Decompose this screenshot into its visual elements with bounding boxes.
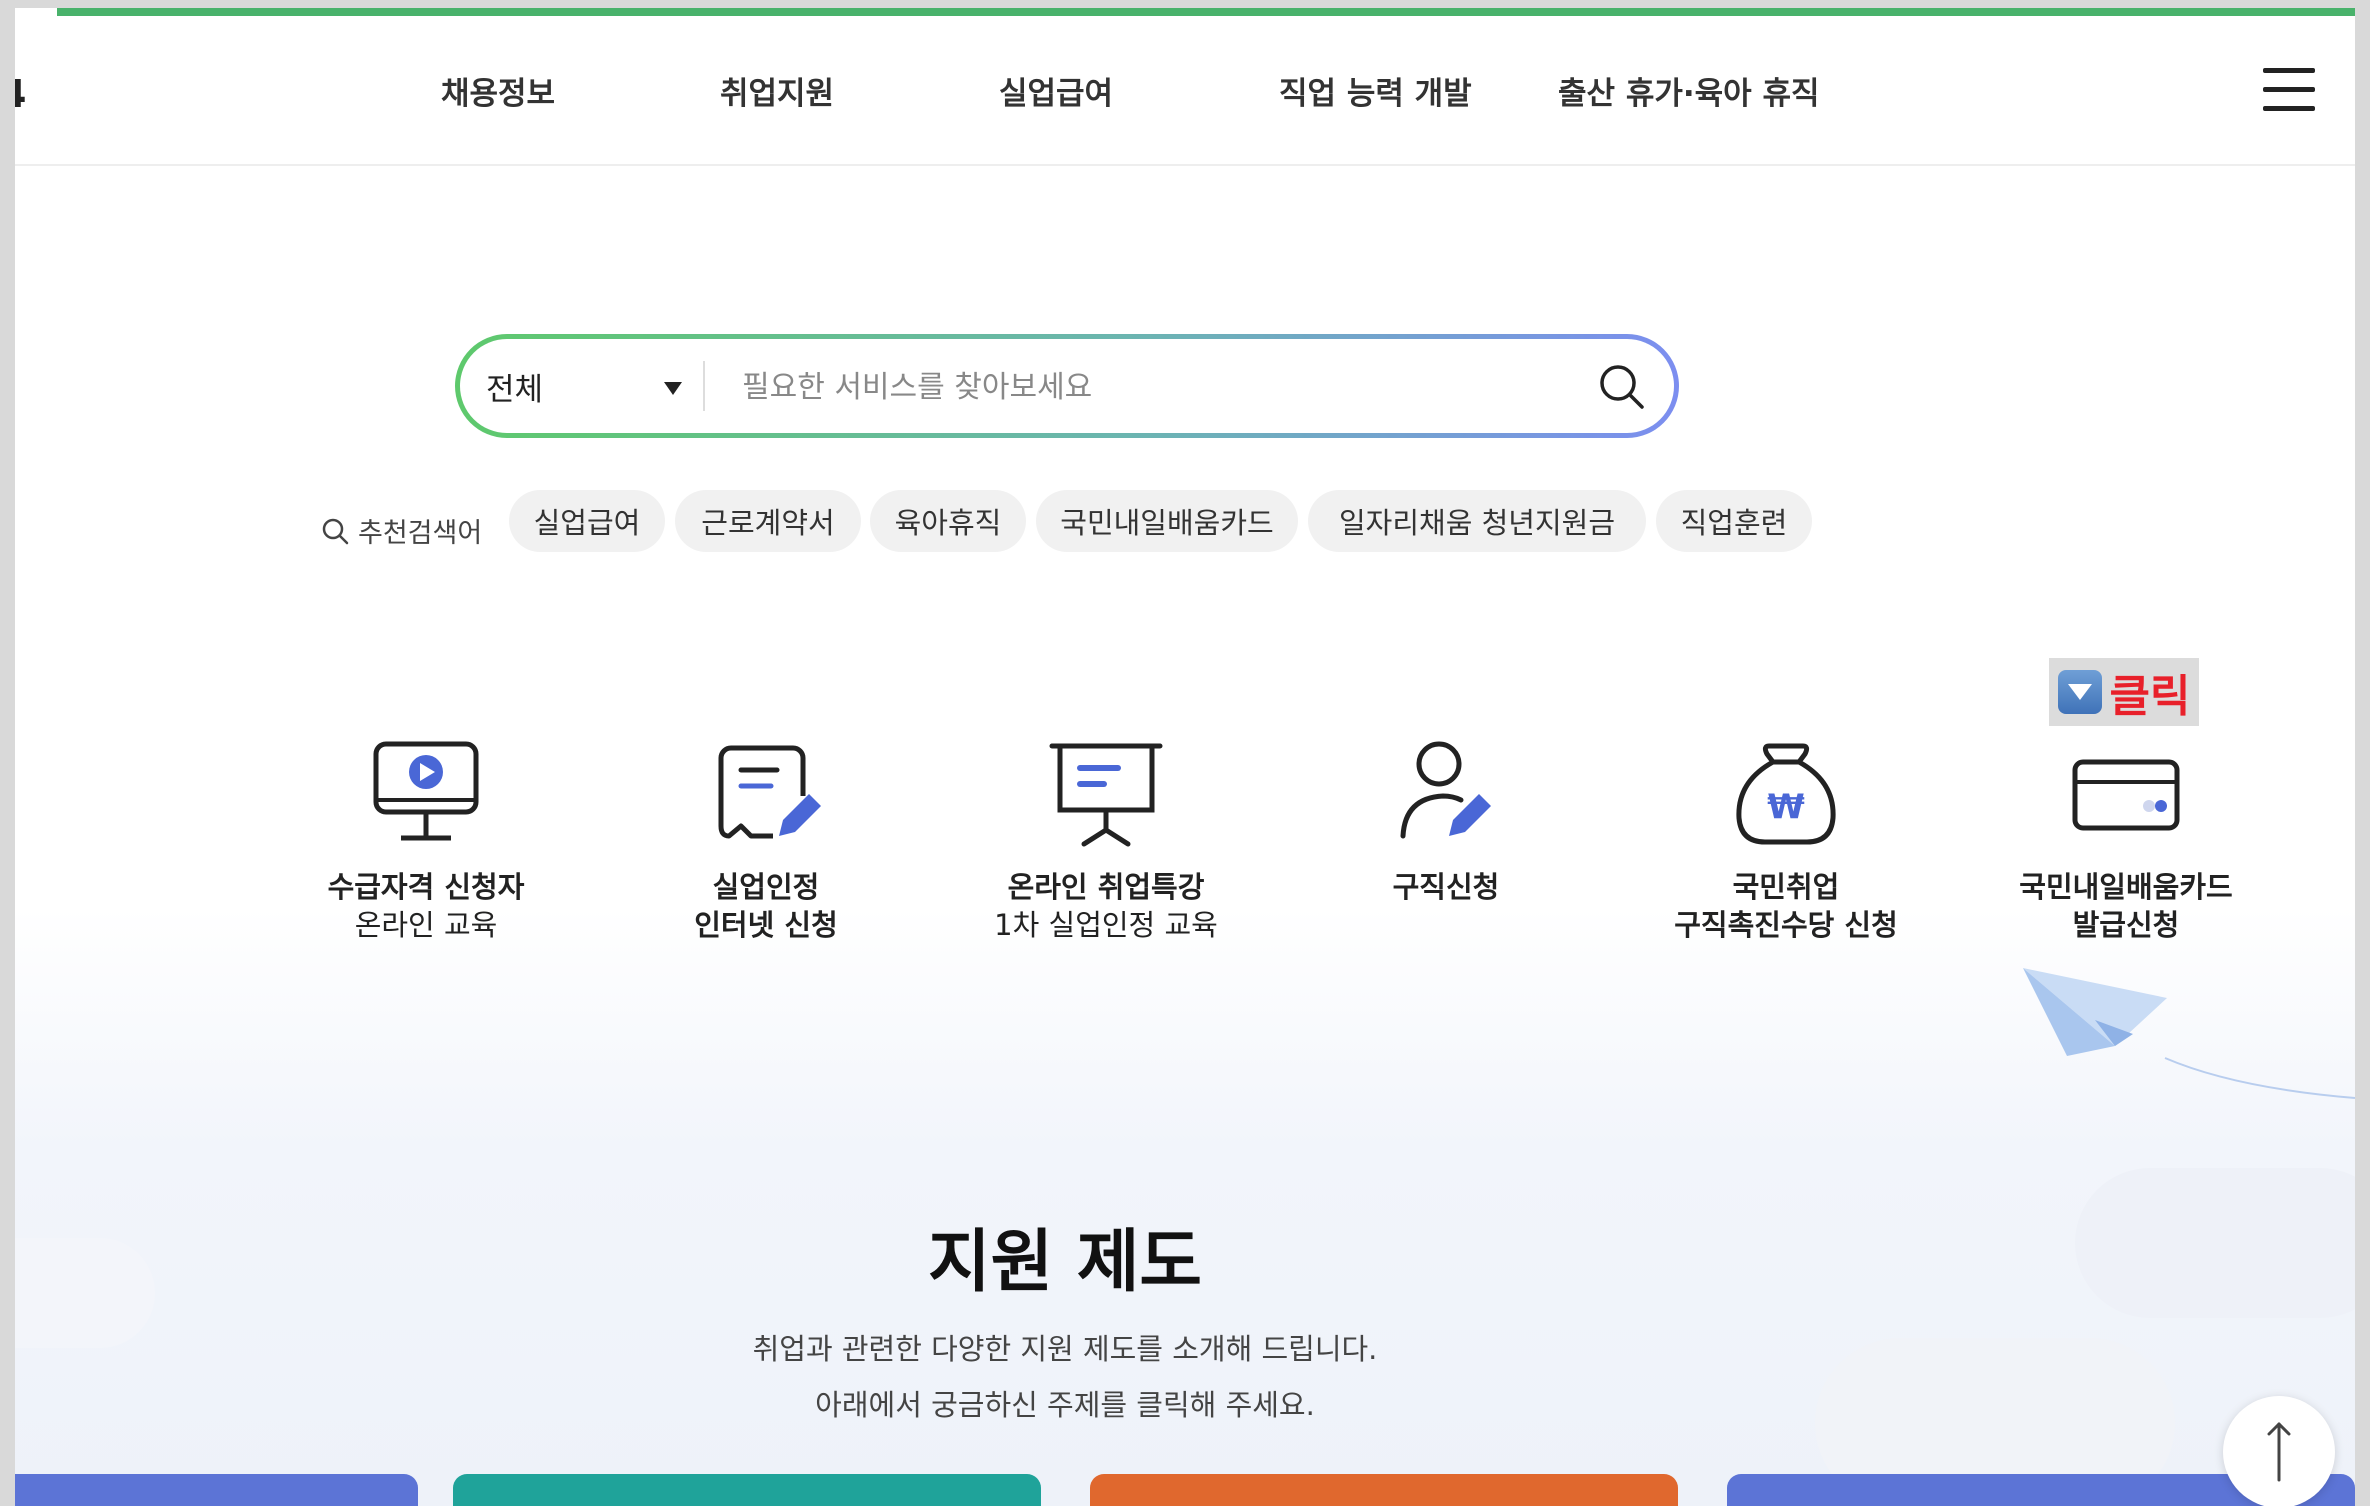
divider bbox=[703, 361, 705, 411]
top-accent-line bbox=[57, 8, 2355, 16]
svg-text:₩: ₩ bbox=[1767, 787, 1805, 827]
money-bag-icon: ₩ bbox=[1736, 743, 1836, 845]
service-online-education[interactable]: 수급자격 신청자 온라인 교육 bbox=[266, 738, 586, 944]
page: 4 채용정보 취업지원 실업급여 직업 능력 개발 출산 휴가·육아 휴직 전체 bbox=[15, 8, 2355, 1506]
keyword-chip[interactable]: 직업훈련 bbox=[1656, 490, 1812, 552]
recommended-label: 추천검색어 bbox=[320, 511, 482, 550]
click-annotation-text: 클릭 bbox=[2109, 671, 2191, 722]
logo[interactable]: 4 bbox=[15, 72, 26, 116]
menu-icon[interactable] bbox=[2263, 68, 2315, 111]
search-category-select[interactable]: 전체 bbox=[486, 339, 698, 433]
service-online-lecture[interactable]: 온라인 취업특강 1차 실업인정 교육 bbox=[946, 738, 1266, 944]
nav-item-vocational-training[interactable]: 직업 능력 개발 bbox=[1279, 68, 1472, 113]
search-bar: 전체 bbox=[455, 334, 1679, 438]
arrow-up-icon bbox=[2267, 1422, 2291, 1482]
search-icon[interactable] bbox=[1596, 361, 1648, 413]
site-header: 4 채용정보 취업지원 실업급여 직업 능력 개발 출산 휴가·육아 휴직 bbox=[15, 16, 2355, 166]
support-card[interactable] bbox=[453, 1474, 1041, 1506]
service-subtitle: 구직촉진수당 신청 bbox=[1674, 908, 1898, 942]
service-title: 실업인정 bbox=[712, 870, 820, 904]
person-edit-icon bbox=[1400, 741, 1491, 839]
nav-item-jobs[interactable]: 채용정보 bbox=[441, 68, 555, 113]
caret-down-icon bbox=[664, 382, 682, 395]
support-section-desc: 아래에서 궁금하신 주제를 클릭해 주세요. bbox=[815, 1388, 1315, 1422]
nav-item-parental-leave[interactable]: 출산 휴가·육아 휴직 bbox=[1558, 68, 1820, 113]
keyword-chip[interactable]: 일자리채움 청년지원금 bbox=[1308, 490, 1646, 552]
nav-item-unemployment-benefits[interactable]: 실업급여 bbox=[999, 68, 1113, 113]
service-title: 국민취업 bbox=[1732, 870, 1840, 904]
service-subtitle: 온라인 교육 bbox=[354, 908, 498, 942]
keyword-chip[interactable]: 국민내일배움카드 bbox=[1036, 490, 1298, 552]
recommended-label-text: 추천검색어 bbox=[358, 518, 483, 549]
service-title: 온라인 취업특강 bbox=[1007, 870, 1205, 904]
down-arrow-box-icon bbox=[2057, 670, 2102, 714]
service-learning-card[interactable]: 국민내일배움카드 발급신청 bbox=[1966, 738, 2286, 944]
search-category-value: 전체 bbox=[486, 371, 544, 408]
nav-item-employment-support[interactable]: 취업지원 bbox=[720, 68, 834, 113]
service-title: 수급자격 신청자 bbox=[327, 870, 525, 904]
support-card[interactable] bbox=[15, 1474, 418, 1506]
cloud-decoration bbox=[2075, 1168, 2355, 1318]
service-job-application[interactable]: 구직신청 bbox=[1286, 738, 1606, 906]
service-job-allowance[interactable]: ₩ 국민취업 구직촉진수당 신청 bbox=[1626, 738, 1946, 944]
search-small-icon bbox=[322, 518, 349, 544]
keyword-chip[interactable]: 근로계약서 bbox=[675, 490, 861, 552]
click-annotation: 클릭 bbox=[2049, 658, 2199, 726]
monitor-play-icon bbox=[373, 741, 479, 841]
card-icon bbox=[2072, 759, 2180, 831]
service-subtitle: 1차 실업인정 교육 bbox=[994, 908, 1218, 942]
keyword-chip[interactable]: 육아휴직 bbox=[870, 490, 1026, 552]
service-subtitle: 발급신청 bbox=[2072, 908, 2180, 942]
support-card[interactable] bbox=[1090, 1474, 1678, 1506]
scroll-top-button[interactable] bbox=[2223, 1396, 2335, 1506]
service-title: 국민내일배움카드 bbox=[2019, 870, 2233, 904]
support-section-desc: 취업과 관련한 다양한 지원 제도를 소개해 드립니다. bbox=[752, 1332, 1378, 1366]
service-subtitle: 인터넷 신청 bbox=[694, 908, 838, 942]
presentation-board-icon bbox=[1049, 743, 1163, 847]
paper-plane-icon bbox=[2023, 968, 2355, 1099]
service-title: 구직신청 bbox=[1392, 870, 1500, 904]
search-input[interactable] bbox=[740, 357, 1564, 417]
document-edit-icon bbox=[718, 745, 821, 839]
service-unemployment-certification[interactable]: 실업인정 인터넷 신청 bbox=[606, 738, 926, 944]
support-section-title: 지원 제도 bbox=[928, 1223, 1202, 1302]
keyword-chip[interactable]: 실업급여 bbox=[509, 490, 665, 552]
